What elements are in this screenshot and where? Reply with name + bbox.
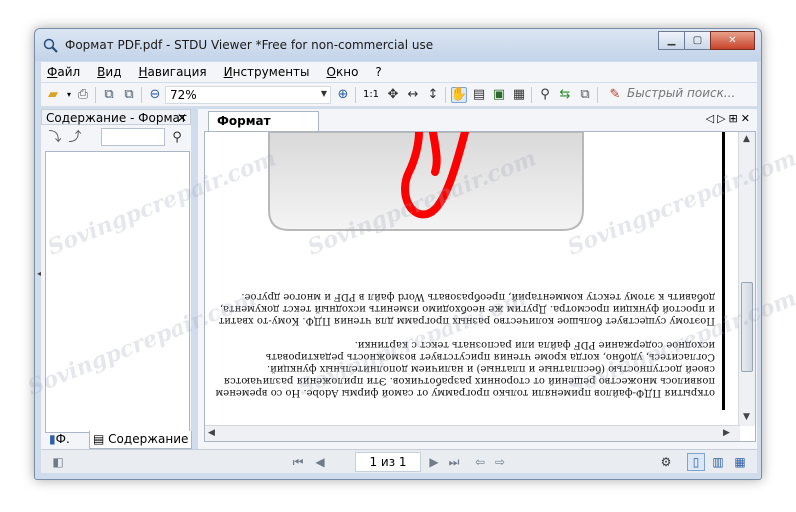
- sidebar-find-icon[interactable]: ⚲: [169, 130, 185, 146]
- document-tabbar: Формат PDF.pdf ◁▷⊞✕: [198, 109, 757, 147]
- quick-search-input[interactable]: Быстрый поиск...: [627, 86, 755, 104]
- menu-file[interactable]: Файл: [47, 65, 80, 79]
- sidebar-header: Содержание - Формат ✕: [41, 109, 191, 125]
- zoom-value: 72%: [170, 88, 197, 102]
- minimize-button[interactable]: ▁: [658, 31, 685, 50]
- toggle-sidebar-icon[interactable]: ◧: [49, 453, 67, 471]
- illustration: [267, 132, 585, 232]
- sidebar-close-icon[interactable]: ✕: [177, 110, 187, 126]
- tab-pages[interactable]: ▮Ф.: [49, 431, 70, 449]
- menu-window[interactable]: Окно: [327, 65, 359, 79]
- toolbar: ▰ ▾ ⎙ ⧉ ⧉ ⊖ 72% ▼ ⊕ 1:1 ✥ ↔ ↕ ✋ ▤ ▣ ▦ ⚲ …: [41, 83, 757, 107]
- scroll-up-icon[interactable]: ▲: [743, 134, 750, 144]
- menu-help[interactable]: ?: [375, 65, 381, 79]
- tab-contents-label: Содержание: [108, 432, 189, 446]
- expand-icon[interactable]: ⤵: [47, 130, 63, 146]
- continuous-icon[interactable]: ▦: [731, 453, 749, 471]
- close-button[interactable]: ✕: [710, 31, 755, 50]
- page-number-field[interactable]: 1 из 1: [355, 452, 421, 472]
- status-bar: ◧ ⏮ ◀ 1 из 1 ▶ ⏭ ⇦ ⇨ ⚙ ▯ ▥ ▦: [41, 449, 757, 473]
- sidebar-toolbar: ⤵ ⤴ ⚲: [41, 126, 191, 148]
- settings-icon[interactable]: ⚙: [657, 453, 675, 471]
- menu-tools[interactable]: Инструменты: [224, 65, 310, 79]
- quick-search-icon: ✎: [609, 87, 621, 102]
- print-icon[interactable]: ⎙: [75, 87, 91, 103]
- sidebar: Содержание - Формат ✕ ⤵ ⤴ ⚲ ▮Ф. ▤ Содерж…: [41, 109, 193, 449]
- menu-view[interactable]: Вид: [97, 65, 121, 79]
- maximize-button[interactable]: ▢: [684, 31, 711, 50]
- tab-pages-label: Ф.: [55, 432, 70, 446]
- fit-height-icon[interactable]: ↕: [425, 87, 441, 103]
- text-select-icon[interactable]: ▤: [471, 87, 487, 103]
- rotated-page-content: открытия ПДФ-файлов применяли только про…: [205, 132, 722, 410]
- hand-tool-icon[interactable]: ✋: [451, 87, 467, 103]
- copy-text-icon[interactable]: ⧉: [121, 87, 137, 103]
- back-icon[interactable]: ⇦: [471, 453, 489, 471]
- last-page-icon[interactable]: ⏭: [445, 453, 463, 471]
- vertical-scrollbar[interactable]: ▲ ▼: [738, 132, 755, 426]
- sidebar-tabs: ▮Ф. ▤ Содержание: [41, 431, 193, 449]
- page-paragraph-2: Поэтому существует большое количество ра…: [218, 291, 715, 326]
- document-area: Формат PDF.pdf ◁▷⊞✕ открытия ПДФ-файлов …: [198, 109, 757, 449]
- maximize-icon: ▢: [692, 35, 703, 46]
- collapse-icon[interactable]: ⤴: [67, 130, 83, 146]
- illustration-image: [268, 132, 584, 231]
- document-tab[interactable]: Формат PDF.pdf: [208, 111, 319, 147]
- splitter-arrow-icon[interactable]: ◂: [37, 269, 41, 278]
- open-folder-icon[interactable]: ▰: [45, 87, 61, 103]
- menu-bar: Файл Вид Навигация Инструменты Окно ?: [41, 62, 757, 82]
- horizontal-scrollbar[interactable]: ◀ ▶: [205, 425, 740, 441]
- first-page-icon[interactable]: ⏮: [289, 453, 307, 471]
- window-title: Формат PDF.pdf - STDU Viewer *Free for n…: [65, 38, 434, 52]
- tab-controls[interactable]: ◁▷⊞✕: [706, 112, 753, 125]
- chevron-down-icon: ▼: [320, 89, 327, 98]
- image-select-icon[interactable]: ▣: [491, 87, 507, 103]
- find-icon[interactable]: ⚲: [537, 87, 553, 103]
- prev-page-icon[interactable]: ◀: [311, 453, 329, 471]
- zoom-in-icon[interactable]: ⊕: [335, 87, 351, 103]
- next-page-icon[interactable]: ▶: [425, 453, 443, 471]
- fit-width-icon[interactable]: ↔: [405, 87, 421, 103]
- zoom-out-icon[interactable]: ⊖: [147, 87, 163, 103]
- zoom-select[interactable]: 72% ▼: [165, 86, 331, 104]
- forward-icon[interactable]: ⇨: [491, 453, 509, 471]
- copy-icon[interactable]: ⧉: [577, 87, 593, 103]
- scroll-right-icon[interactable]: ▶: [723, 428, 730, 438]
- contents-icon: ▤: [93, 432, 105, 446]
- tab-contents[interactable]: ▤ Содержание: [89, 431, 193, 449]
- snapshot-icon[interactable]: ▦: [511, 87, 527, 103]
- document-view[interactable]: открытия ПДФ-файлов применяли только про…: [204, 131, 756, 442]
- single-page-icon[interactable]: ▯: [687, 453, 705, 471]
- app-window: Формат PDF.pdf - STDU Viewer *Free for n…: [34, 28, 762, 480]
- scroll-down-icon[interactable]: ▼: [743, 412, 750, 422]
- scroll-left-icon[interactable]: ◀: [208, 428, 215, 438]
- app-icon: [43, 38, 58, 53]
- contents-pane[interactable]: [45, 151, 190, 433]
- actual-size-button[interactable]: 1:1: [361, 87, 381, 103]
- sidebar-search-input[interactable]: [101, 128, 165, 146]
- pages-icon: ▮: [49, 432, 56, 446]
- minimize-icon: ▁: [667, 35, 676, 46]
- sidebar-title: Содержание - Формат: [46, 111, 187, 125]
- title-bar: Формат PDF.pdf - STDU Viewer *Free for n…: [35, 29, 761, 61]
- page-paragraph-1: открытия ПДФ-файлов применяли только про…: [215, 339, 715, 398]
- menu-navigation[interactable]: Навигация: [139, 65, 207, 79]
- find-next-icon[interactable]: ⇆: [557, 87, 573, 103]
- close-icon: ✕: [728, 35, 737, 46]
- document-page: открытия ПДФ-файлов применяли только про…: [205, 132, 725, 410]
- fit-page-icon[interactable]: ✥: [385, 87, 401, 103]
- copy-page-icon[interactable]: ⧉: [101, 87, 117, 103]
- vertical-scroll-thumb[interactable]: [741, 282, 753, 372]
- two-pages-icon[interactable]: ▥: [709, 453, 727, 471]
